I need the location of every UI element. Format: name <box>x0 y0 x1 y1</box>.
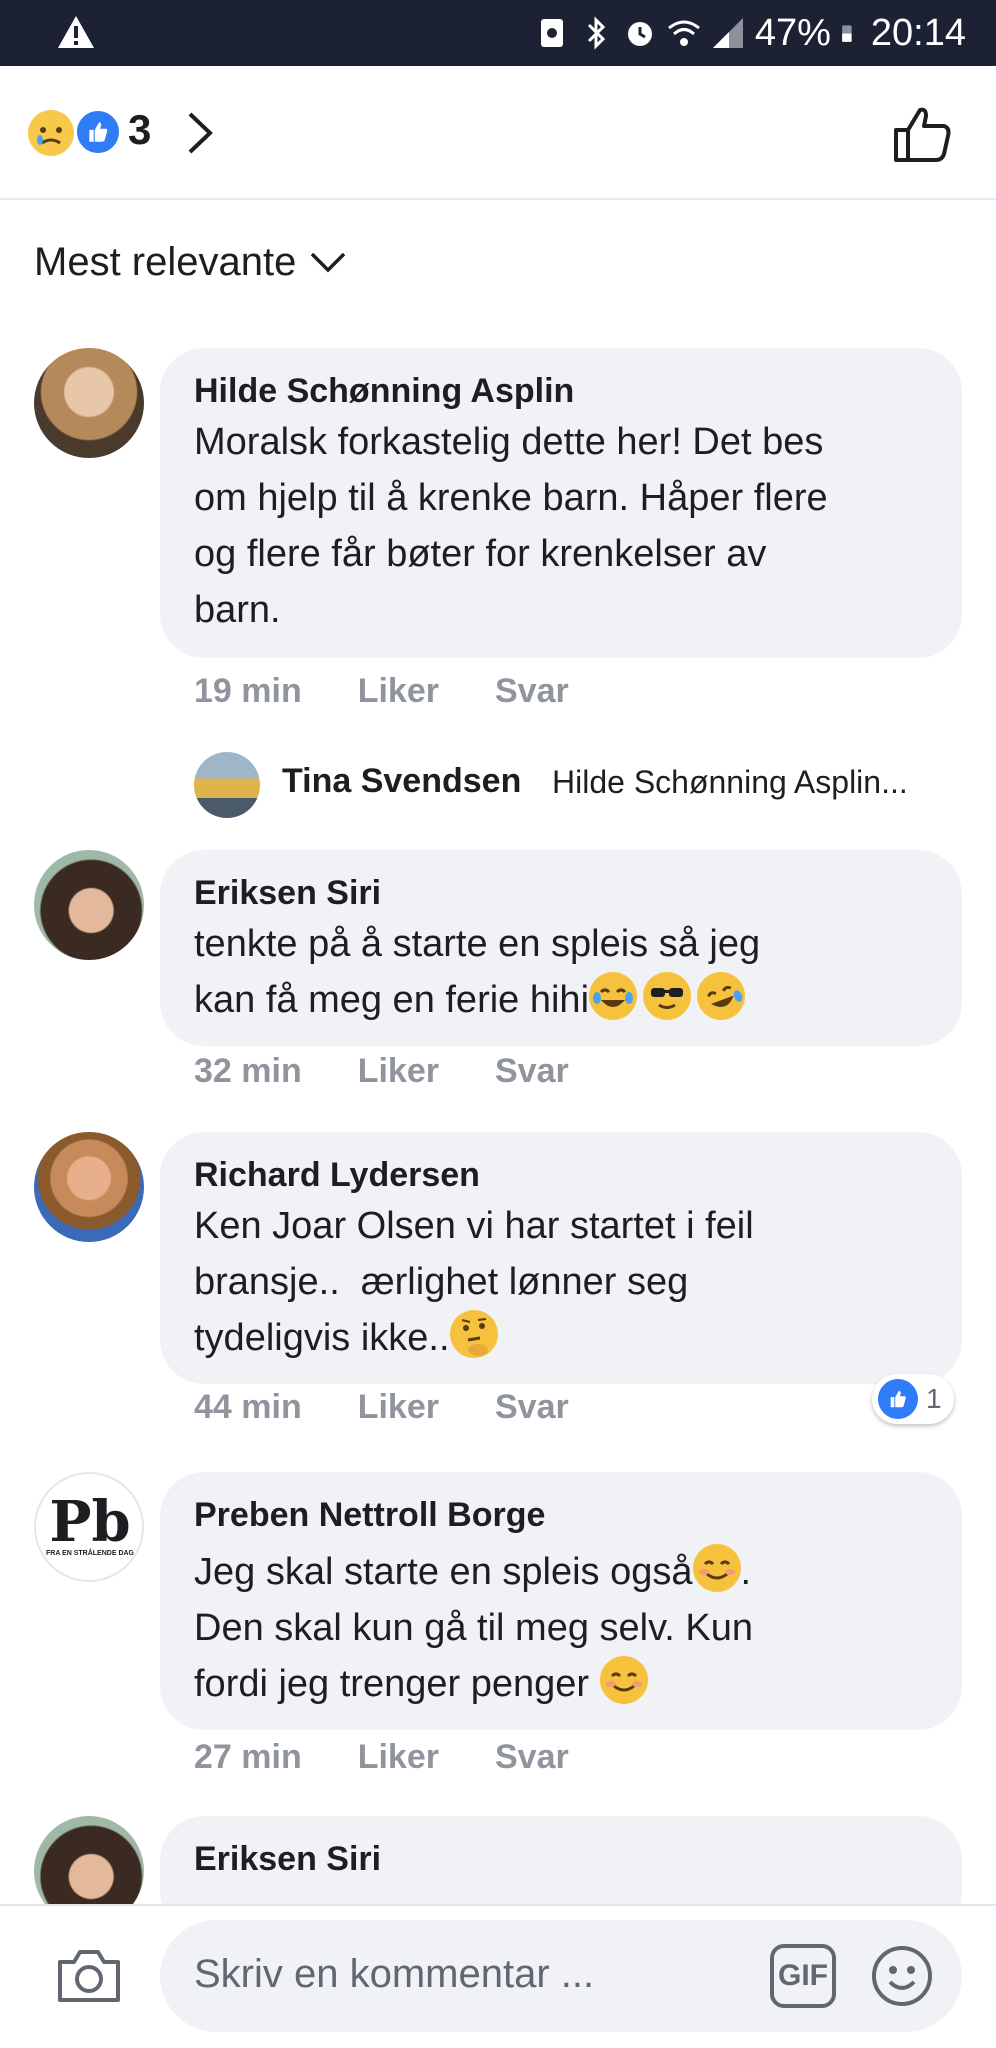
comment-author[interactable]: Hilde Schønning Asplin <box>194 368 928 414</box>
comment-time: 44 min <box>194 1388 302 1426</box>
status-right: 47% 20:14 <box>535 8 966 58</box>
comment-author[interactable]: Eriksen Siri <box>194 870 928 916</box>
sad-reaction-icon <box>28 110 74 156</box>
comment-text: Moralsk forkastelig dette her! Det bes o… <box>194 414 928 638</box>
comment-author[interactable]: Eriksen Siri <box>194 1836 928 1882</box>
like-link[interactable]: Liker <box>358 1052 439 1091</box>
smiling-emoji-icon <box>692 1544 741 1592</box>
thumbs-up-icon[interactable] <box>892 104 954 164</box>
warning-icon <box>58 16 94 48</box>
comment-line: fordi jeg trenger penger <box>194 1663 600 1705</box>
comment-bubble: Richard Lydersen Ken Joar Olsen vi har s… <box>160 1132 962 1384</box>
comment-line: Den skal kun gå til meg selv. Kun <box>194 1607 754 1649</box>
comment-line: om hjelp til å krenke barn. Håper flere <box>194 477 828 519</box>
comment-line: barn. <box>194 589 281 631</box>
comment-author[interactable]: Preben Nettroll Borge <box>194 1492 928 1538</box>
like-link[interactable]: Liker <box>358 1738 439 1777</box>
comment-bubble: Preben Nettroll Borge Jeg skal starte en… <box>160 1472 962 1730</box>
smiling-emoji-icon <box>599 1656 648 1704</box>
like-link[interactable]: Liker <box>358 672 439 711</box>
comment-like-badge[interactable]: 1 <box>872 1374 954 1424</box>
wifi-icon <box>667 20 700 46</box>
comment-input-placeholder[interactable]: Skriv en kommentar ... <box>194 1952 594 1997</box>
comment-line: bransje.. ærlighet lønner seg <box>194 1261 689 1303</box>
comment-time: 27 min <box>194 1738 302 1776</box>
reply-link[interactable]: Svar <box>495 1388 569 1427</box>
comment-bubble: Eriksen Siri tenkte på å starte en splei… <box>160 850 962 1046</box>
sort-label: Mest relevante <box>34 240 297 284</box>
sort-dropdown[interactable]: Mest relevante <box>34 240 348 285</box>
avatar-logo-text: Pb <box>49 1489 131 1555</box>
bluetooth-icon <box>587 16 605 50</box>
comment-line: Jeg skal starte en spleis også <box>194 1551 693 1593</box>
chevron-down-icon <box>311 252 346 272</box>
camera-icon[interactable] <box>56 1946 122 2004</box>
status-bar: 47% 20:14 <box>0 0 996 66</box>
comment-line-with-emoji: fordi jeg trenger penger <box>194 1656 928 1712</box>
comment-line: og flere får bøter for krenkelser av <box>194 533 767 575</box>
comment-meta: 44 min Liker Svar <box>194 1388 569 1427</box>
like-link[interactable]: Liker <box>358 1388 439 1427</box>
comment-meta: 32 min Liker Svar <box>194 1052 569 1091</box>
like-count: 1 <box>926 1383 942 1414</box>
signal-icon <box>712 18 743 48</box>
comment-line-with-emoji: kan få meg en ferie hihi <box>194 965 928 1028</box>
reply-snippet[interactable]: Hilde Schønning Asplin... <box>552 764 908 801</box>
laughing-tears-emoji-icon <box>589 972 638 1020</box>
nfc-icon <box>540 19 563 47</box>
comment-line-with-emoji: Jeg skal starte en spleis også. <box>194 1544 928 1600</box>
avatar[interactable] <box>34 850 144 960</box>
battery-icon <box>842 25 852 42</box>
avatar-logo-subtext: FRA EN STRÅLENDE DAG <box>45 1550 135 1557</box>
comment-meta: 19 min Liker Svar <box>194 672 569 711</box>
avatar[interactable] <box>34 348 144 458</box>
reply-link[interactable]: Svar <box>495 672 569 711</box>
comment-bubble: Hilde Schønning Asplin Moralsk forkastel… <box>160 348 962 658</box>
alarm-icon <box>627 22 652 46</box>
comment-meta: 27 min Liker Svar <box>194 1738 569 1777</box>
avatar[interactable] <box>34 1132 144 1242</box>
comment-line: kan få meg en ferie hihi <box>194 979 590 1021</box>
comment-line: Ken Joar Olsen vi har startet i feil <box>194 1205 754 1247</box>
comment-line: tenkte på å starte en spleis så jeg <box>194 923 761 965</box>
clock: 20:14 <box>870 11 966 54</box>
emoji-picker-icon[interactable] <box>870 1944 934 2008</box>
like-icon <box>878 1379 918 1419</box>
reply-link[interactable]: Svar <box>495 1052 569 1091</box>
comment-text: Ken Joar Olsen vi har startet i feil bra… <box>194 1198 928 1366</box>
comment-line-with-emoji: tydeligvis ikke.. <box>194 1310 928 1366</box>
sunglasses-emoji-icon <box>643 972 692 1020</box>
chevron-right-icon[interactable] <box>184 108 216 158</box>
battery-percent: 47% <box>754 11 831 54</box>
comment-author[interactable]: Richard Lydersen <box>194 1152 928 1198</box>
avatar-logo: Pb FRA EN STRÅLENDE DAG <box>42 1494 138 1557</box>
gif-button[interactable]: GIF <box>770 1944 836 2008</box>
comment-text: Jeg skal starte en spleis også. Den skal… <box>194 1544 928 1712</box>
comment-text: tenkte på å starte en spleis så jeg kan … <box>194 916 928 1028</box>
comment-time: 19 min <box>194 672 302 710</box>
reply-avatar[interactable] <box>194 752 260 818</box>
comment-line: Moralsk forkastelig dette her! Det bes <box>194 421 824 463</box>
reply-author[interactable]: Tina Svendsen <box>282 762 521 801</box>
like-reaction-icon <box>74 108 122 156</box>
rofl-emoji-icon <box>690 965 752 1027</box>
comment-line: tydeligvis ikke.. <box>194 1317 450 1359</box>
reply-link[interactable]: Svar <box>495 1738 569 1777</box>
avatar[interactable]: Pb FRA EN STRÅLENDE DAG <box>34 1472 144 1582</box>
thinking-emoji-icon <box>449 1310 498 1358</box>
comment-time: 32 min <box>194 1052 302 1090</box>
reaction-count[interactable]: 3 <box>128 106 151 154</box>
